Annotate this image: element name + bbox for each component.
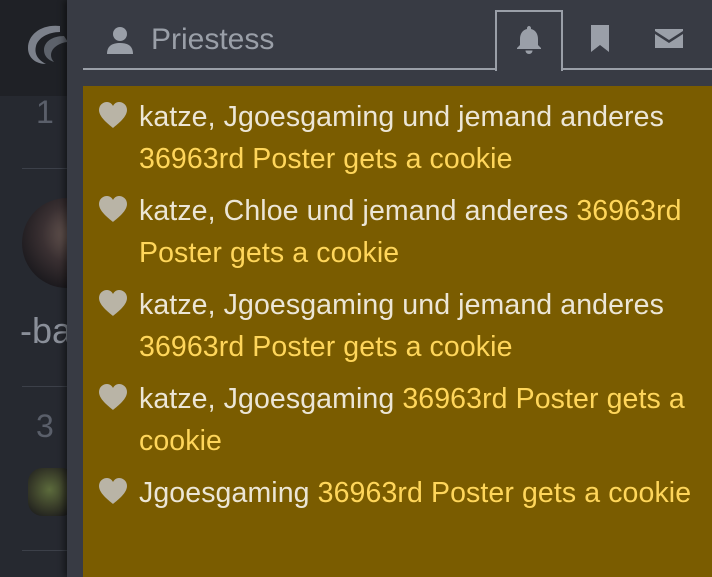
notification-users: katze, Jgoesgaming <box>139 383 395 415</box>
panel-header: Priestess <box>67 0 712 71</box>
heart-icon <box>97 100 129 130</box>
notification-item[interactable]: katze, Jgoesgaming und jemand anderes 36… <box>83 86 712 180</box>
post-number: 1 <box>36 94 54 130</box>
notification-item[interactable]: katze, Jgoesgaming und jemand anderes 36… <box>83 274 712 368</box>
username-label: Priestess <box>151 23 275 56</box>
user-profile-tab[interactable]: Priestess <box>105 20 274 60</box>
post-number: 3 <box>36 408 54 444</box>
post-text-fragment: -ba <box>20 310 73 351</box>
heart-icon <box>97 382 129 412</box>
tab-messages[interactable] <box>635 10 703 70</box>
user-icon <box>105 25 135 55</box>
heart-icon <box>97 476 129 506</box>
notification-list: katze, Jgoesgaming und jemand anderes 36… <box>83 86 712 577</box>
notification-users: Jgoesgaming <box>139 477 310 509</box>
bell-icon <box>513 23 545 60</box>
notification-item[interactable]: katze, Chloe und jemand anderes 36963rd … <box>83 180 712 274</box>
notification-thread-title[interactable]: 36963rd Poster gets a cookie <box>139 331 513 363</box>
notification-users: katze, Jgoesgaming und jemand anderes <box>139 101 664 133</box>
bookmark-icon <box>584 22 616 59</box>
notification-item[interactable]: katze, Jgoesgaming 36963rd Poster gets a… <box>83 368 712 462</box>
envelope-icon <box>653 22 685 59</box>
notification-thread-title[interactable]: 36963rd Poster gets a cookie <box>139 143 513 175</box>
notification-users: katze, Chloe und jemand anderes <box>139 195 569 227</box>
tab-notifications[interactable] <box>495 10 563 71</box>
notification-item[interactable]: Jgoesgaming 36963rd Poster gets a cookie <box>83 462 712 551</box>
tab-bookmarks[interactable] <box>566 10 634 70</box>
heart-icon <box>97 288 129 318</box>
site-logo[interactable] <box>20 18 70 68</box>
app-root: 1 -ba 3 Priestess katze, Jgoesgaming und… <box>0 0 712 577</box>
heart-icon <box>97 194 129 224</box>
notification-thread-title[interactable]: 36963rd Poster gets a cookie <box>318 477 692 509</box>
user-menu-panel: Priestess katze, Jgoesgaming und jemand … <box>67 0 712 577</box>
notification-users: katze, Jgoesgaming und jemand anderes <box>139 289 664 321</box>
